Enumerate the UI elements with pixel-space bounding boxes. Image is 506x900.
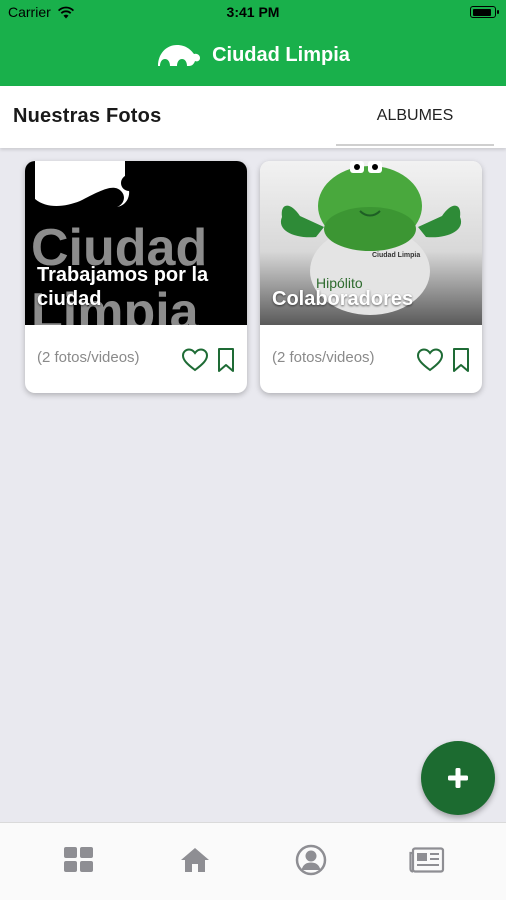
battery-icon [470, 6, 499, 18]
shirt-text: Ciudad Limpia [372, 252, 420, 259]
album-count: (2 fotos/videos) [272, 349, 375, 366]
add-fab-button[interactable] [421, 741, 495, 815]
nav-home-button[interactable] [175, 843, 215, 877]
nav-profile-button[interactable] [291, 843, 331, 877]
bookmark-icon[interactable] [450, 347, 472, 373]
app-title: Ciudad Limpia [212, 43, 350, 66]
album-thumbnail: Ciudad Limpia Trabajamos por la ciudad [25, 161, 247, 325]
bottom-nav [0, 822, 506, 900]
home-icon [181, 848, 209, 872]
heart-icon[interactable] [181, 347, 209, 373]
album-title: Colaboradores [272, 288, 414, 310]
album-footer: (2 fotos/videos) [260, 325, 482, 393]
newspaper-icon [409, 847, 445, 873]
album-title: Trabajamos por la ciudad [37, 264, 209, 310]
ciudad-limpia-logo-icon [158, 45, 201, 66]
tab-strip: Nuestras Fotos ALBUMES [0, 86, 506, 148]
tab-albumes[interactable]: ALBUMES [336, 86, 494, 146]
album-thumbnail: Ciudad Limpia Hipólito Colaboradores [260, 161, 482, 325]
bookmark-icon[interactable] [215, 347, 237, 373]
status-time: 3:41 PM [226, 4, 280, 20]
nav-news-button[interactable] [407, 843, 447, 877]
plus-icon [448, 768, 468, 788]
album-count: (2 fotos/videos) [37, 349, 140, 366]
profile-icon [295, 844, 327, 876]
app-bar: Ciudad Limpia [0, 24, 506, 86]
status-bar: Carrier 3:41 PM [0, 0, 506, 24]
nav-grid-button[interactable] [59, 843, 99, 877]
album-footer: (2 fotos/videos) [25, 325, 247, 393]
tab-nuestras-fotos[interactable]: Nuestras Fotos [13, 105, 161, 128]
album-card[interactable]: Ciudad Limpia Trabajamos por la ciudad (… [25, 161, 247, 393]
grid-icon [64, 847, 93, 872]
heart-icon[interactable] [416, 347, 444, 373]
album-card[interactable]: Ciudad Limpia Hipólito Colaboradores (2 … [260, 161, 482, 393]
